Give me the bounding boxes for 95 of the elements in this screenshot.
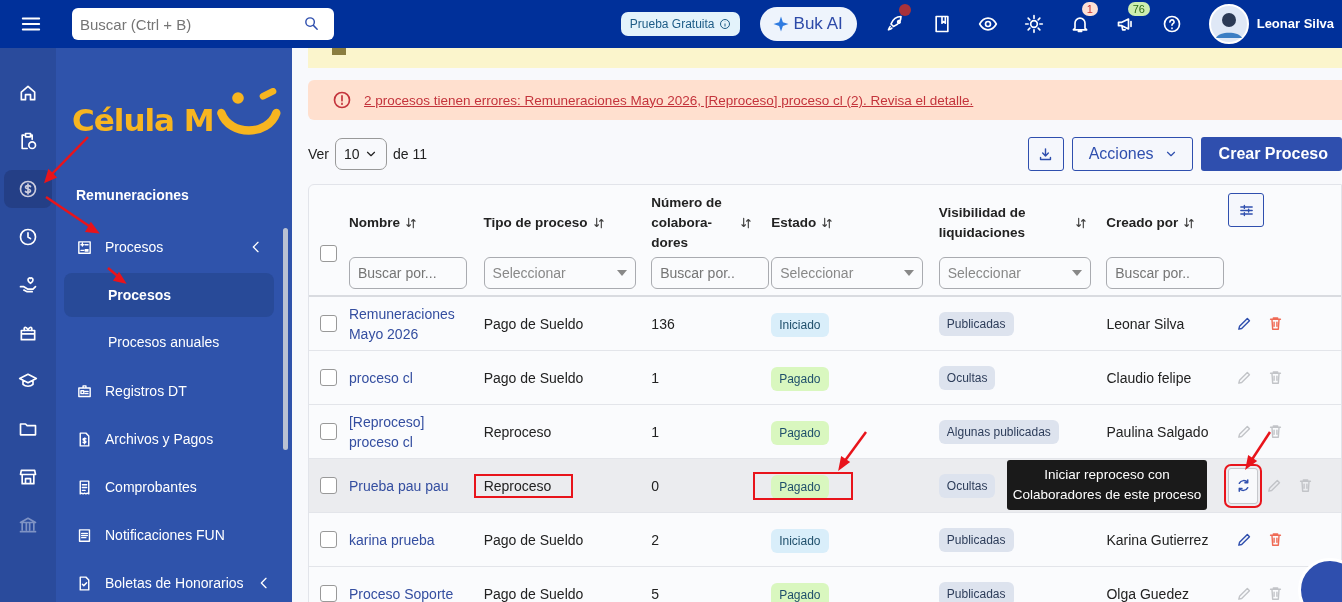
eye-icon[interactable]: [977, 14, 998, 34]
process-link[interactable]: karina prueba: [348, 529, 435, 550]
sidebar-item[interactable]: Boletas de Honorarios: [105, 575, 244, 591]
table-cell-text: Pago de Sueldo: [483, 584, 584, 602]
count-badge: 76: [1127, 2, 1150, 16]
status-badge: Pagado: [771, 420, 829, 445]
help-icon[interactable]: [1161, 14, 1182, 34]
pager-label: Ver: [308, 146, 329, 162]
logo-text: Célula M: [72, 102, 214, 138]
info-icon: [718, 18, 731, 30]
table-cell-text: 1: [651, 368, 660, 388]
page-size-select[interactable]: 10: [335, 138, 387, 170]
pager-total: de 11: [393, 146, 427, 162]
sort-icon[interactable]: [1182, 216, 1197, 230]
column-header[interactable]: Creado por: [1106, 213, 1179, 233]
table-cell-text: 1: [651, 422, 660, 442]
sidebar-item[interactable]: Procesos: [105, 239, 236, 255]
calculator-icon: [76, 238, 93, 256]
avatar-silhouette[interactable]: [1208, 4, 1249, 44]
search-icon[interactable]: [303, 15, 320, 32]
error-link[interactable]: 2 procesos tienen errores: Remuneraciones Mayo 2026, [Reproceso] proceso cl (2). Revisa el detalle.: [364, 92, 974, 108]
sidebar-item[interactable]: Archivos y Pagos: [105, 431, 264, 447]
visibility-badge: Publicadas: [938, 311, 1014, 336]
visibility-badge: Algunas publicadas: [938, 419, 1059, 444]
section-title: Remuneraciones: [76, 187, 190, 203]
column-header[interactable]: Estado: [771, 213, 817, 233]
status-badge: Pagado: [771, 366, 829, 391]
user-name[interactable]: Leonar Silva: [1256, 16, 1334, 32]
filter-field[interactable]: Buscar por..: [1106, 257, 1225, 289]
table-cell: Reproceso: [475, 475, 572, 496]
table-cell-text: Pago de Sueldo: [483, 314, 584, 334]
list-icon: [76, 526, 93, 544]
visibility-badge: Ocultas: [938, 365, 996, 390]
error-icon: [332, 90, 352, 110]
sidebar-item[interactable]: Registros DT: [105, 383, 264, 399]
search-field[interactable]: Buscar (Ctrl + B): [72, 8, 334, 40]
table-cell-text: Claudio felipe: [1106, 368, 1192, 388]
row-checkbox[interactable]: [320, 477, 338, 494]
process-link[interactable]: Remuneraciones Mayo 2026: [348, 303, 476, 344]
sort-icon[interactable]: [403, 216, 418, 230]
table-cell-text: 0: [651, 476, 660, 496]
filter-select[interactable]: Seleccionar: [771, 257, 924, 289]
actions-button[interactable]: Acciones: [1071, 137, 1193, 171]
table-cell-text: Pago de Sueldo: [483, 530, 584, 550]
row-checkbox[interactable]: [320, 531, 338, 548]
visibility-badge: Publicadas: [938, 527, 1014, 552]
dollar-icon[interactable]: [4, 170, 52, 208]
sidebar-item[interactable]: Comprobantes: [105, 479, 264, 495]
table-cell-text: Leonar Silva: [1106, 314, 1185, 334]
visibility-badge: Publicadas: [938, 581, 1014, 602]
row-checkbox[interactable]: [320, 369, 338, 386]
table-cell-text: 2: [651, 530, 660, 550]
table-cell-text: Pago de Sueldo: [483, 368, 584, 388]
process-link[interactable]: Prueba pau pau: [348, 475, 449, 496]
trial-badge[interactable]: Prueba Gratuita: [620, 12, 740, 36]
tooltip: Iniciar reproceso con Colaboradores de este proceso: [1007, 459, 1207, 510]
column-header[interactable]: Visibilidad de liquidaciones: [938, 203, 1071, 243]
table-cell-text: 5: [651, 584, 660, 602]
status-badge: Iniciado: [771, 312, 829, 337]
count-badge: 1: [1081, 2, 1098, 16]
table-cell-text: 136: [651, 314, 675, 334]
visibility-badge: Ocultas: [938, 473, 996, 498]
id-card-icon: [76, 382, 93, 400]
columns-settings-button[interactable]: [1228, 193, 1265, 227]
filter-select[interactable]: Seleccionar: [938, 257, 1091, 289]
row-checkbox[interactable]: [320, 585, 338, 602]
row-checkbox[interactable]: [320, 315, 338, 332]
sort-icon[interactable]: [1074, 216, 1089, 230]
column-header[interactable]: Nombre: [348, 213, 400, 233]
create-process-button[interactable]: Crear Proceso: [1200, 137, 1342, 171]
sidebar-subitem[interactable]: Procesos: [64, 273, 274, 317]
table-cell-text: Olga Guedez: [1106, 584, 1189, 602]
sort-icon[interactable]: [591, 216, 606, 230]
ai-button[interactable]: Buk AI: [759, 7, 857, 41]
row-checkbox[interactable]: [320, 423, 338, 440]
filter-select[interactable]: Seleccionar: [483, 257, 636, 289]
status-badge: Pagado: [771, 582, 829, 602]
status-badge: Pagado: [771, 474, 829, 499]
column-header[interactable]: Número de colabora-dores: [651, 193, 736, 253]
process-link[interactable]: [Reproceso] proceso cl: [348, 411, 476, 452]
table-cell-text: Paulina Salgado: [1106, 422, 1209, 442]
select-all-checkbox[interactable]: [320, 244, 338, 262]
sidebar-subitem[interactable]: Procesos anuales: [64, 320, 274, 364]
sidebar-item[interactable]: Notificaciones FUN: [105, 527, 264, 543]
filter-field[interactable]: Buscar por...: [348, 257, 467, 289]
table-cell-text: Reproceso: [483, 422, 552, 442]
download-button[interactable]: [1027, 137, 1064, 171]
process-link[interactable]: proceso cl: [348, 367, 413, 388]
table-cell-text: Karina Gutierrez: [1106, 530, 1209, 550]
sort-icon[interactable]: [739, 216, 754, 230]
filter-field[interactable]: Buscar por..: [651, 257, 770, 289]
column-header[interactable]: Tipo de proceso: [483, 213, 588, 233]
status-badge: Iniciado: [771, 528, 829, 553]
sort-icon[interactable]: [820, 216, 835, 230]
process-link[interactable]: Proceso Soporte: [348, 583, 454, 602]
